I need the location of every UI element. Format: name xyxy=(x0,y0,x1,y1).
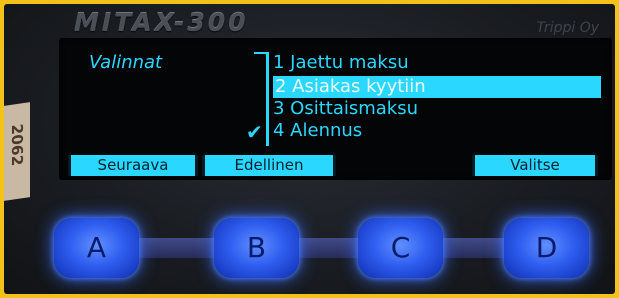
button-connector xyxy=(443,238,504,258)
menu-option-asiakas-kyytiin[interactable]: 2 Asiakas kyytiin xyxy=(273,76,601,98)
maker-label: Trippi Oy xyxy=(536,20,599,36)
serial-sticker: 2062 xyxy=(4,102,30,201)
display-screen: Valinnat ✔ 1 Jaettu maksu 2 Asiakas kyyt… xyxy=(59,38,612,180)
sticker-text: 2062 xyxy=(8,122,26,168)
menu-option-alennus[interactable]: 4 Alennus xyxy=(273,120,362,142)
softkey-seuraava[interactable]: Seuraava xyxy=(68,155,198,176)
button-a[interactable]: A xyxy=(54,218,139,278)
softkey-valitse[interactable]: Valitse xyxy=(472,155,598,176)
softkey-edellinen[interactable]: Edellinen xyxy=(202,155,336,176)
button-connector xyxy=(139,238,214,258)
button-c[interactable]: C xyxy=(358,218,443,278)
button-connector xyxy=(299,238,358,258)
button-d[interactable]: D xyxy=(504,218,589,278)
checkmark-icon: ✔ xyxy=(246,120,263,144)
brand-logo: MITAX-300 xyxy=(74,8,249,37)
menu-option-jaettu-maksu[interactable]: 1 Jaettu maksu xyxy=(273,52,409,74)
button-b[interactable]: B xyxy=(214,218,299,278)
menu-title: Valinnat xyxy=(89,52,163,73)
menu-option-osittaismaksu[interactable]: 3 Osittaismaksu xyxy=(273,98,418,120)
device-panel: MITAX-300 Trippi Oy 2062 Valinnat ✔ 1 Ja… xyxy=(4,4,615,294)
